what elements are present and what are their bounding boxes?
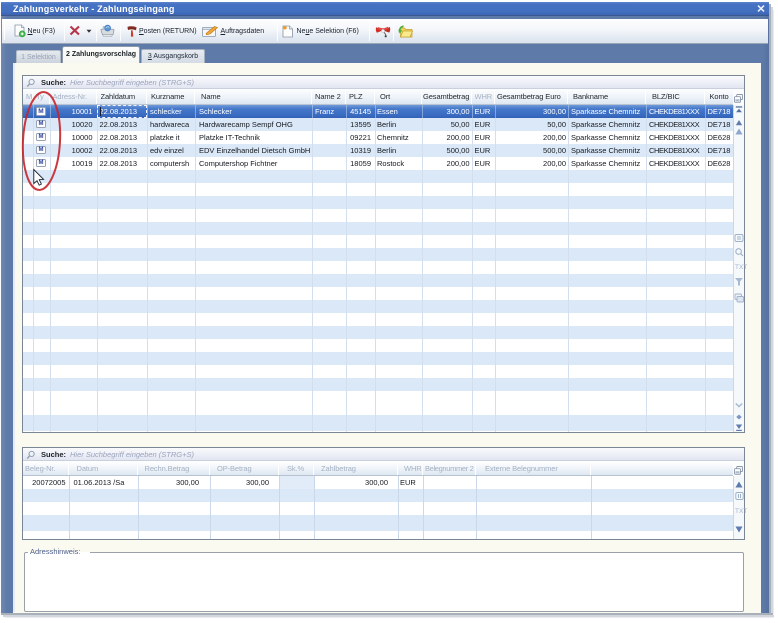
svg-text:TXT: TXT <box>735 264 747 271</box>
svg-text:TXT: TXT <box>735 508 747 515</box>
